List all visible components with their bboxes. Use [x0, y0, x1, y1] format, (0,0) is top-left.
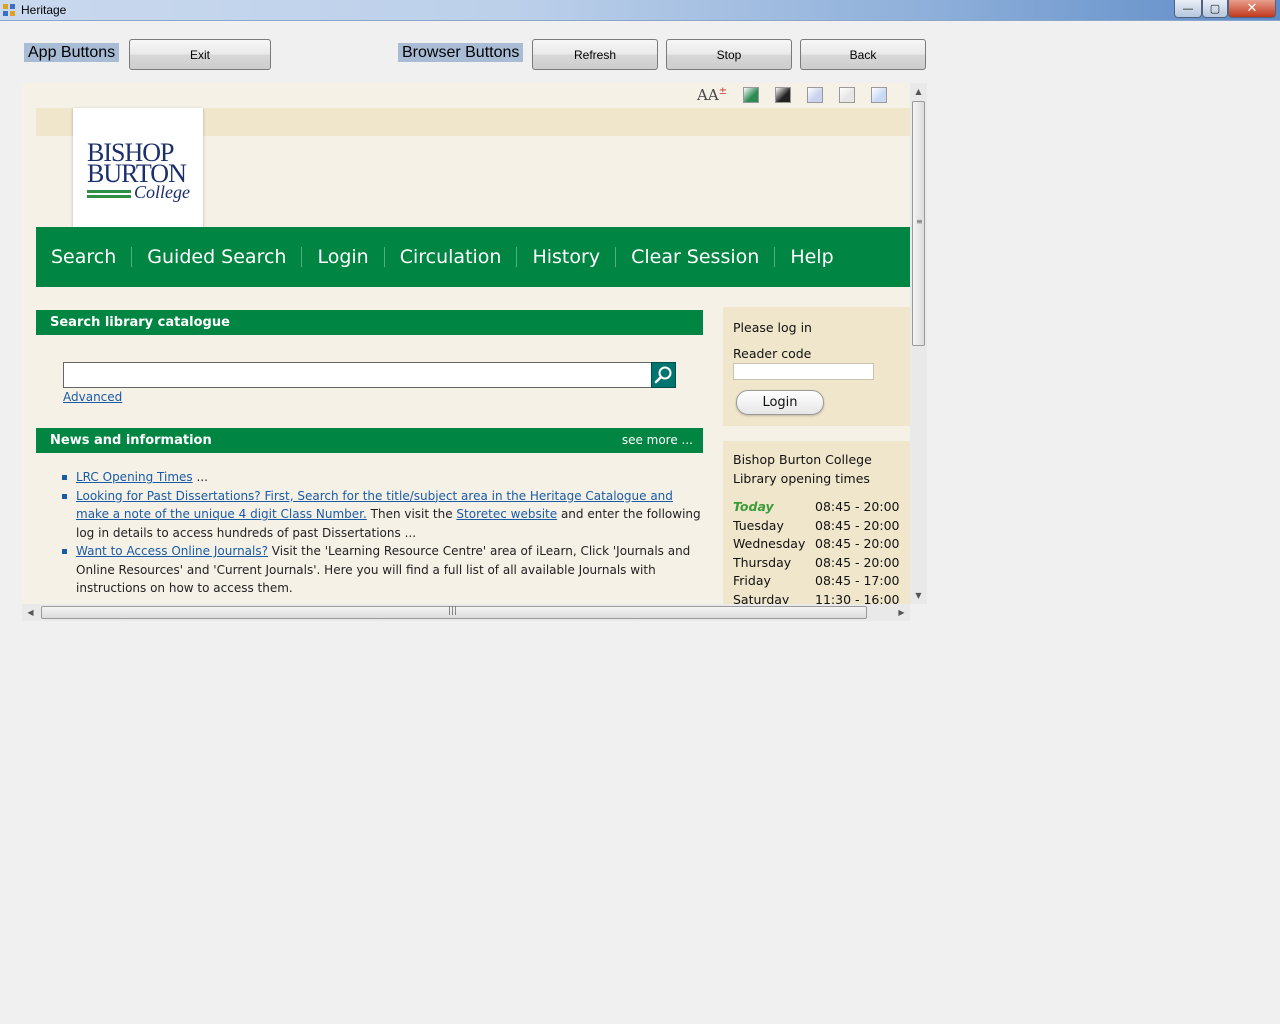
- login-panel-title: Please log in: [733, 320, 812, 335]
- news-link[interactable]: Want to Access Online Journals?: [76, 544, 268, 558]
- hours-row: Tuesday 08:45 - 20:00: [733, 517, 900, 536]
- hours-time: 08:45 - 20:00: [815, 517, 900, 533]
- search-panel-title: Search library catalogue: [50, 315, 230, 330]
- nav-divider: [383, 247, 385, 267]
- stop-button[interactable]: Stop: [666, 39, 792, 70]
- login-button[interactable]: Login: [736, 390, 824, 415]
- see-more-link[interactable]: see more ...: [622, 428, 693, 453]
- search-panel-header: Search library catalogue: [36, 310, 703, 335]
- logo-stripes: [87, 190, 131, 200]
- list-item: Looking for Past Dissertations? First, S…: [62, 487, 706, 543]
- hours-row: Today 08:45 - 20:00: [733, 498, 900, 517]
- scroll-up-icon[interactable]: ▲: [910, 83, 927, 100]
- close-button[interactable]: ✕: [1228, 0, 1276, 18]
- vertical-scroll-thumb[interactable]: ≡: [912, 101, 925, 346]
- theme-swatch-black[interactable]: [775, 87, 792, 103]
- nav-divider: [131, 247, 133, 267]
- news-text: ...: [192, 470, 208, 484]
- nav-history[interactable]: History: [532, 246, 600, 268]
- browser-viewport: AA± BISHOP BURTON College Search Guided …: [22, 83, 927, 621]
- title-bar: Heritage — ▢ ✕: [0, 0, 1280, 21]
- search-submit-button[interactable]: [651, 362, 676, 388]
- nav-divider: [774, 247, 776, 267]
- news-panel-header: News and information see more ...: [36, 428, 703, 453]
- theme-swatch-lavender[interactable]: [807, 87, 824, 103]
- storetec-link[interactable]: Storetec website: [456, 507, 557, 521]
- exit-button[interactable]: Exit: [129, 39, 271, 70]
- logo-line-2: BURTON: [87, 159, 187, 188]
- bullet-icon: [62, 549, 67, 554]
- scroll-left-icon[interactable]: ◀: [22, 604, 39, 621]
- nav-clear-session[interactable]: Clear Session: [631, 246, 759, 268]
- nav-divider: [615, 247, 617, 267]
- back-button[interactable]: Back: [800, 39, 926, 70]
- scroll-down-icon[interactable]: ▼: [910, 587, 927, 604]
- window-title: Heritage: [21, 3, 67, 17]
- logo-line-3: College: [134, 182, 190, 202]
- reader-code-label: Reader code: [733, 346, 812, 361]
- font-size-toggle[interactable]: AA±: [697, 86, 727, 104]
- news-list: LRC Opening Times ... Looking for Past D…: [62, 468, 706, 598]
- nav-help[interactable]: Help: [790, 246, 833, 268]
- bullet-icon: [62, 475, 67, 480]
- theme-swatch-green[interactable]: [743, 87, 760, 103]
- catalogue-search-input[interactable]: [63, 362, 652, 388]
- minimize-button[interactable]: —: [1174, 0, 1202, 18]
- hours-table: Today 08:45 - 20:00 Tuesday 08:45 - 20:00 We…: [733, 498, 900, 610]
- scroll-right-icon[interactable]: ▶: [893, 604, 910, 621]
- hours-row: Thursday 08:45 - 20:00: [733, 554, 900, 573]
- news-text: Then visit the: [366, 507, 457, 521]
- hours-row: Wednesday 08:45 - 20:00: [733, 535, 900, 554]
- hours-day: Thursday: [733, 554, 792, 570]
- hours-day: Today: [733, 499, 774, 514]
- list-item: LRC Opening Times ...: [62, 468, 706, 487]
- hours-time: 08:45 - 20:00: [815, 536, 900, 552]
- news-link[interactable]: LRC Opening Times: [76, 470, 193, 484]
- bullet-icon: [62, 493, 67, 499]
- hours-title-line-1: Bishop Burton College: [733, 452, 872, 467]
- scrollbar-corner: [910, 604, 927, 621]
- refresh-button[interactable]: Refresh: [532, 39, 658, 70]
- app-buttons-label: App Buttons: [24, 43, 120, 62]
- nav-circulation[interactable]: Circulation: [400, 246, 502, 268]
- list-item: Want to Access Online Journals? Visit th…: [62, 542, 706, 598]
- app-icon: [3, 4, 16, 17]
- browser-buttons-label: Browser Buttons: [398, 43, 524, 62]
- news-panel-title: News and information: [50, 433, 212, 448]
- horizontal-scroll-thumb[interactable]: |||: [41, 606, 867, 619]
- nav-divider: [301, 247, 303, 267]
- maximize-button[interactable]: ▢: [1202, 0, 1228, 18]
- nav-guided-search[interactable]: Guided Search: [147, 246, 286, 268]
- reader-code-input[interactable]: [733, 363, 874, 380]
- nav-search[interactable]: Search: [51, 246, 116, 268]
- theme-swatch-grey[interactable]: [839, 87, 856, 103]
- hours-time: 08:45 - 17:00: [815, 573, 900, 589]
- main-nav: Search Guided Search Login Circulation H…: [36, 227, 910, 287]
- hours-day: Friday: [733, 573, 771, 589]
- nav-divider: [516, 247, 518, 267]
- theme-swatch-blue[interactable]: [871, 87, 888, 103]
- hours-row: Friday 08:45 - 17:00: [733, 572, 900, 591]
- hours-time: 08:45 - 20:00: [815, 554, 900, 570]
- hours-time: 08:45 - 20:00: [815, 499, 900, 514]
- college-logo[interactable]: BISHOP BURTON College: [73, 108, 203, 232]
- login-panel: Please log in Reader code Login: [723, 307, 910, 426]
- hours-title-line-2: Library opening times: [733, 471, 870, 486]
- magnifier-icon: [654, 366, 672, 384]
- hours-day: Tuesday: [733, 517, 784, 533]
- advanced-search-link[interactable]: Advanced: [63, 390, 122, 404]
- theme-bar: AA±: [697, 86, 903, 104]
- vertical-scrollbar[interactable]: ▲ ≡ ▼: [910, 83, 927, 604]
- nav-login[interactable]: Login: [317, 246, 368, 268]
- horizontal-scrollbar[interactable]: ◀ ||| ▶: [22, 604, 910, 621]
- opening-hours-panel: Bishop Burton College Library opening ti…: [723, 441, 910, 621]
- hours-day: Wednesday: [733, 536, 806, 552]
